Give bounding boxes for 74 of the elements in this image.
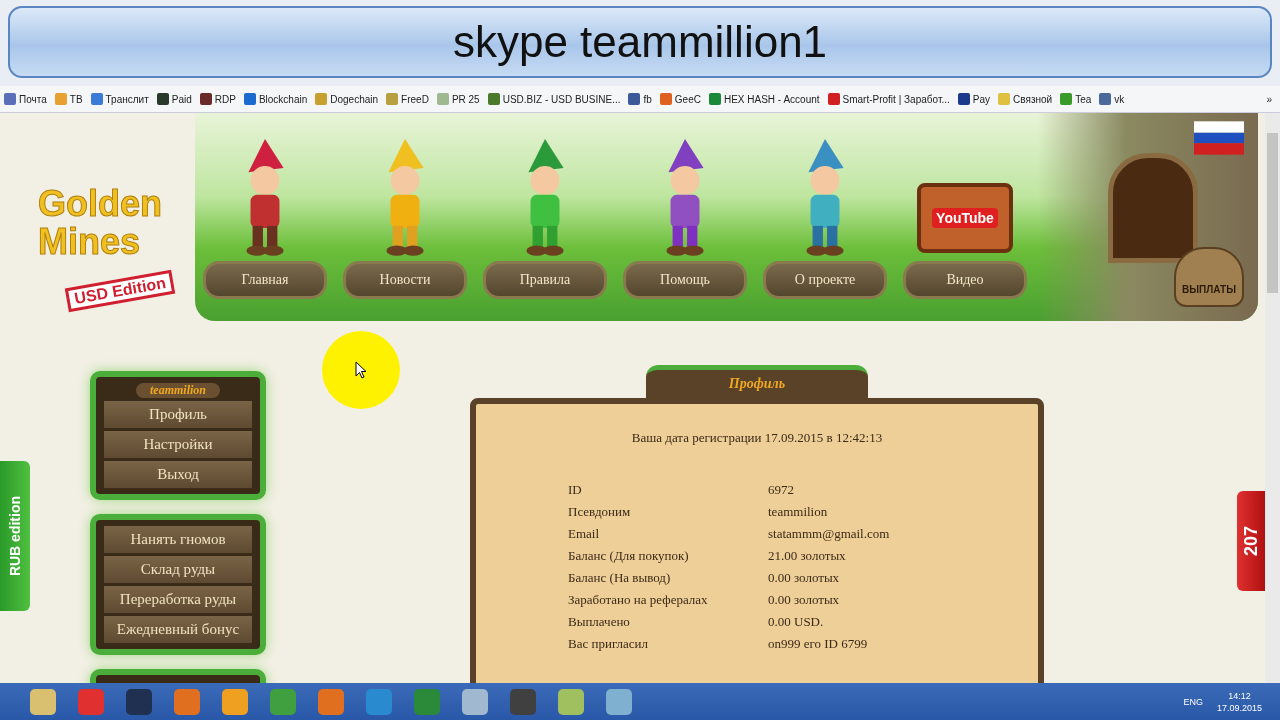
bookmark-link[interactable]: Dogechain — [315, 93, 379, 105]
nav-button[interactable]: О проекте — [763, 261, 887, 299]
bookmark-link[interactable]: ТВ — [54, 93, 83, 105]
username-label: teammilion — [136, 383, 220, 398]
field-label: Email — [568, 526, 601, 542]
registration-date: Ваша дата регистрации 17.09.2015 в 12:42:13 — [630, 430, 884, 446]
flag-icon[interactable] — [1194, 121, 1244, 155]
counter-tab[interactable]: 207 — [1237, 491, 1265, 591]
nav-button[interactable]: Видео — [903, 261, 1027, 299]
profile-tab[interactable]: Профиль — [646, 365, 868, 398]
taskbar-app-icon[interactable] — [30, 688, 56, 715]
nav-button[interactable]: Правила — [483, 261, 607, 299]
nav-button[interactable]: Помощь — [623, 261, 747, 299]
bookmark-link[interactable]: Smart-Profit | Зарабoт... — [827, 93, 950, 105]
clock-date[interactable]: 17.09.2015 — [1216, 701, 1262, 714]
taskbar-app-icon[interactable] — [78, 688, 104, 715]
bookmark-link[interactable]: Tea — [1060, 93, 1092, 105]
bookmark-link[interactable]: Почта — [4, 93, 47, 105]
tv-icon[interactable]: YouTube — [917, 183, 1013, 253]
bookmark-link[interactable]: GeeC — [659, 93, 701, 105]
taskbar-app-icon[interactable] — [366, 688, 392, 715]
nav-button[interactable]: Главная — [203, 261, 327, 299]
menu-item[interactable]: Нанять гномов — [104, 526, 252, 553]
taskbar-app-icon[interactable] — [510, 688, 536, 715]
menu-item[interactable]: Выход — [104, 461, 252, 488]
bookmark-link[interactable]: Транслит — [90, 93, 149, 105]
field-value: 6972 — [768, 482, 794, 498]
taskbar-app-icon[interactable] — [318, 688, 344, 715]
field-label: Заработано на рефералах — [568, 592, 709, 608]
bookmark-link[interactable]: USD.BIZ - USD BUSINE... — [487, 93, 621, 105]
field-label: Псевдоним — [568, 504, 632, 520]
bookmark-link[interactable]: Paid — [156, 93, 192, 105]
payouts-button[interactable]: ВЫПЛАТЫ — [1174, 247, 1244, 307]
language-indicator[interactable]: ENG — [1183, 696, 1203, 707]
bookmark-link[interactable]: RDP — [199, 93, 236, 105]
overlay-banner: skype teammillion1 — [8, 6, 1272, 78]
menu-item[interactable]: Ежедневный бонус — [104, 616, 252, 643]
taskbar-app-icon[interactable] — [462, 688, 488, 715]
taskbar-app-icon[interactable] — [126, 688, 152, 715]
edition-stamp: USD Edition — [64, 269, 176, 313]
bookmark-link[interactable]: Pay — [957, 93, 991, 105]
taskbar-app-icon[interactable] — [606, 688, 632, 715]
field-label: Баланс (На вывод) — [568, 570, 672, 586]
taskbar-app-icon[interactable] — [414, 688, 440, 715]
more-bookmarks-button[interactable]: » — [1266, 93, 1276, 105]
bookmark-link[interactable]: FreeD — [386, 93, 429, 105]
bookmark-link[interactable]: PR 25 — [436, 93, 480, 105]
field-label: Выплачено — [568, 614, 631, 630]
field-value: 0.00 USD. — [768, 614, 824, 630]
taskbar-app-icon[interactable] — [174, 688, 200, 715]
nav-button[interactable]: Новости — [343, 261, 467, 299]
field-label: Вас пригласил — [568, 636, 650, 652]
field-value: teammilion — [768, 504, 828, 520]
bookmark-link[interactable]: Связной — [998, 93, 1053, 105]
menu-item[interactable]: Настройки — [104, 431, 252, 458]
field-label: Баланс (Для покупок) — [568, 548, 690, 564]
cursor-icon — [355, 361, 367, 379]
clock-time[interactable]: 14:12 — [1228, 689, 1251, 702]
field-value: on999 его ID 6799 — [768, 636, 868, 652]
menu-item[interactable]: Переработка руды — [104, 586, 252, 613]
menu-item[interactable]: Профиль — [104, 401, 252, 428]
field-label: ID — [568, 482, 583, 498]
field-value: 21.00 золотых — [768, 548, 846, 564]
tv-label: YouTube — [932, 208, 998, 228]
field-value: 0.00 золотых — [768, 570, 840, 586]
taskbar-app-icon[interactable] — [558, 688, 584, 715]
taskbar-app-icon[interactable] — [222, 688, 248, 715]
field-value: 0.00 золотых — [768, 592, 840, 608]
taskbar-app-icon[interactable] — [270, 688, 296, 715]
bookmark-link[interactable]: HEX HASH - Account — [708, 93, 820, 105]
menu-item[interactable]: Склад руды — [104, 556, 252, 583]
scrollbar[interactable] — [1265, 113, 1280, 683]
field-value: statammm@gmail.com — [768, 526, 890, 542]
bookmark-link[interactable]: Blockchain — [243, 93, 308, 105]
